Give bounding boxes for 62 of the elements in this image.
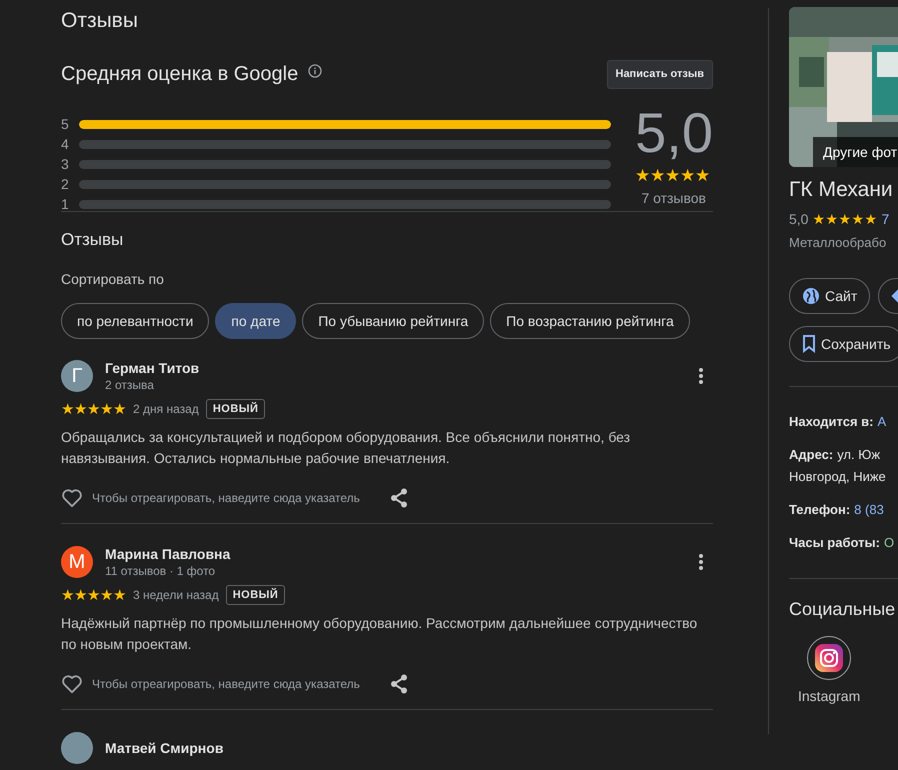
place-name: ГК Механи [789,178,894,202]
social-heading: Социальные [789,599,896,620]
instagram-icon[interactable] [807,636,852,680]
star-level-label: 4 [61,136,70,152]
avatar[interactable] [61,732,93,764]
reviewer-name[interactable]: Марина Павловна [105,546,687,562]
save-button[interactable]: Сохранить [789,326,898,362]
share-icon[interactable] [390,674,408,694]
heart-icon[interactable] [61,674,83,694]
more-options-icon[interactable] [699,554,703,570]
share-icon[interactable] [390,488,408,508]
sort-chip[interactable]: По возрастанию рейтинга [490,303,690,339]
section-title: Отзывы [61,8,139,34]
new-badge: НОВЫЙ [206,399,266,419]
rating-title: Средняя оценка в Google [61,62,298,86]
place-category: Металлообрабо [789,235,888,250]
sort-chip[interactable]: по релевантности [61,303,210,339]
reviewer-name[interactable]: Матвей Смирнов [105,740,713,756]
review-stars: ★★★★★ [61,400,126,418]
website-button[interactable]: Сайт [789,278,870,314]
review-text: Обращались за консультацией и подбором оборудования. Все объяснили понятно, без навязывания. Остались нормальные рабочие впечатления. [61,428,632,468]
star-level-label: 2 [61,176,70,192]
new-badge: НОВЫЙ [226,585,286,605]
more-photos-label[interactable]: Другие фот [813,137,898,167]
average-rating: 5,0 [635,103,713,163]
sort-label: Сортировать по [61,271,165,287]
rating-count-link[interactable]: 7 [881,211,890,227]
info-link[interactable]: А [877,414,886,429]
place-rating: 5,0 [789,211,808,227]
reviews-subtitle: Отзывы [61,230,124,250]
review-text: Надёжный партнёр по промышленному оборудованию. Рассмотрим дальнейшее сотрудничество по новым проектам. [61,614,698,654]
place-stars: ★★★★★ [812,211,878,227]
reviewer-name[interactable]: Герман Титов [105,360,687,376]
reaction-hint: Чтобы отреагировать, наведите сюда указатель [92,491,360,505]
sort-chip[interactable]: по дате [215,303,296,339]
heart-icon[interactable] [61,488,83,508]
star-level-label: 3 [61,156,70,172]
info-label: Адрес: [789,447,834,462]
write-review-button[interactable]: Написать отзыв [606,60,713,88]
star-level-label: 1 [61,196,70,212]
bookmark-icon [802,335,816,353]
info-icon[interactable] [308,64,322,78]
info-label: Телефон: [789,502,850,517]
reviewer-meta: 2 отзыва [105,378,155,392]
star-level-label: 5 [61,116,70,132]
review-date: 3 недели назад [133,588,219,602]
info-link[interactable]: 8 (83 [854,502,884,517]
review-date: 2 дня назад [133,402,199,416]
reviewer-meta: 11 отзывов · 1 фото [105,564,216,578]
info-label: Часы работы: [789,535,880,550]
more-options-icon[interactable] [699,368,703,384]
review-count: 7 отзывов [641,190,706,206]
info-value: ул. Юж [837,447,880,462]
info-label: Находится в: [789,414,874,429]
review-stars: ★★★★★ [61,586,126,604]
info-value: О [884,535,894,550]
star-rating: ★★★★★ [635,167,710,185]
reaction-hint: Чтобы отреагировать, наведите сюда указатель [92,677,360,691]
sort-chip[interactable]: По убыванию рейтинга [302,303,484,339]
globe-icon [802,287,820,305]
social-label[interactable]: Instagram [798,688,860,704]
info-value: Новгород, Ниже [789,469,886,484]
